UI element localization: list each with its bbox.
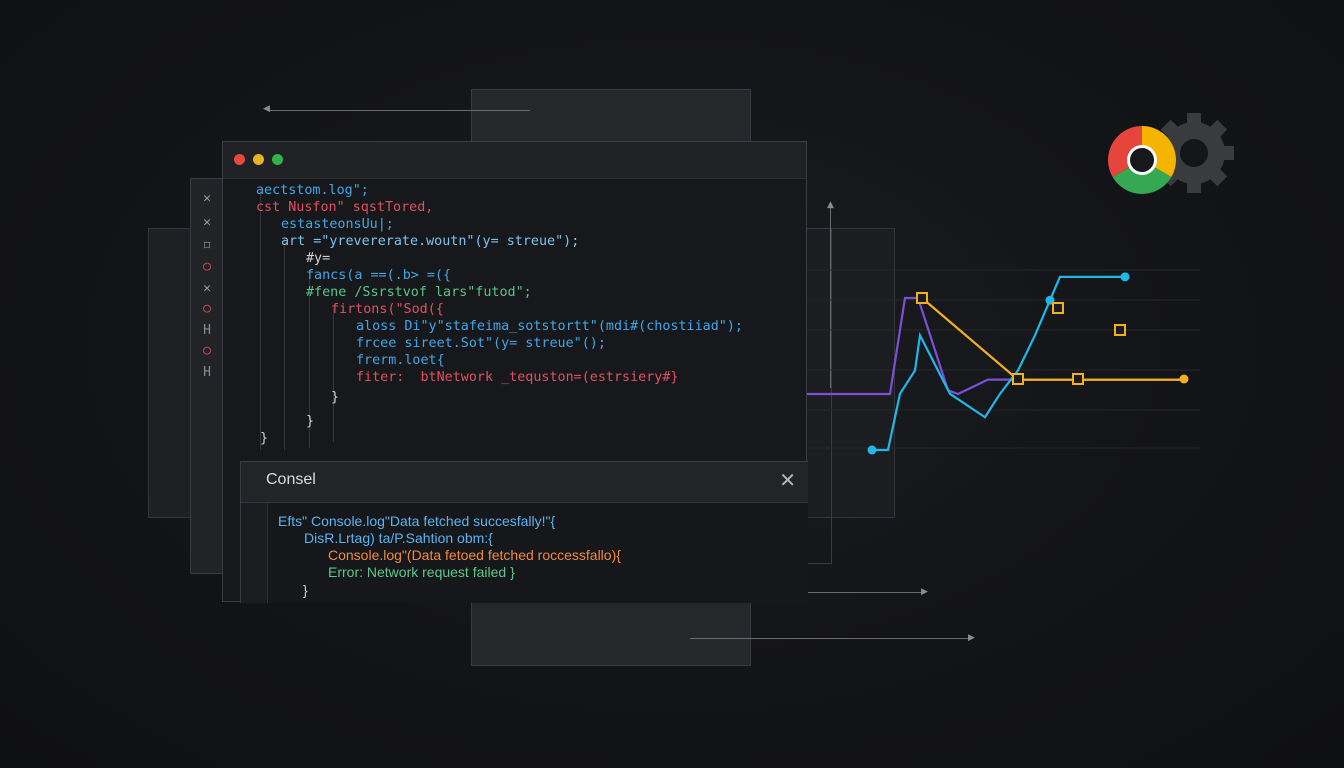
close-icon[interactable]: ✕ <box>191 215 223 231</box>
editor-gutter: ✕ ✕ ⌑ ○ ✕ ○ H ○ H <box>190 178 224 574</box>
console-line: } <box>303 582 308 598</box>
chart-marker <box>1052 302 1064 314</box>
code-line: firtons("Sod({ <box>331 302 444 317</box>
console-line: DisR.Lrtag) ta/P.Sahtion obm:{ <box>304 530 493 546</box>
arrow-line <box>690 638 970 639</box>
minimize-window-dot[interactable] <box>253 154 264 165</box>
code-line: frerm.loet{ <box>356 353 445 368</box>
error-circle-icon[interactable]: ○ <box>191 343 223 359</box>
code-line: aloss Di"y"stafeima_sotstortt"(mdi#(chos… <box>356 319 743 334</box>
arrow-right-icon: ▶ <box>968 633 975 643</box>
code-line: fiter: btNetwork _tequston=(estrsiery#} <box>356 370 679 385</box>
chart-marker <box>1114 324 1126 336</box>
heading-icon[interactable]: H <box>191 323 223 339</box>
code-line: art ="yrevererate.woutn"(y= streue"); <box>281 234 580 249</box>
code-line: #y= <box>306 251 331 266</box>
indent-guide <box>260 190 261 450</box>
code-line: } <box>306 414 315 429</box>
code-line: #fene /Ssrstvof lars"futod"; <box>306 285 532 300</box>
chrome-logo-icon <box>1108 126 1176 194</box>
chart-point <box>1179 374 1189 384</box>
indent-guide <box>284 238 285 450</box>
error-circle-icon[interactable]: ○ <box>191 301 223 317</box>
console-line: Console.log"(Data fetoed fetched roccess… <box>328 547 621 563</box>
code-area[interactable]: aectstom.log"; cst Nusfon" sqstTored, esta… <box>223 178 806 458</box>
console-panel: Consel ✕ Efts" Console.log"Data fetched … <box>240 461 808 603</box>
arrow-left-icon: ◀ <box>263 104 270 114</box>
error-circle-icon[interactable]: ○ <box>191 259 223 275</box>
console-line: Error: Network request failed } <box>328 564 515 580</box>
console-header: Consel ✕ <box>241 462 808 503</box>
chart-marker <box>916 292 928 304</box>
code-editor-window: aectstom.log"; cst Nusfon" sqstTored, esta… <box>222 141 808 603</box>
console-gutter <box>241 503 268 603</box>
bracket-icon[interactable]: ⌑ <box>191 239 223 255</box>
line-chart <box>800 269 1200 455</box>
close-window-dot[interactable] <box>234 154 245 165</box>
chart-point <box>867 445 877 455</box>
heading-icon[interactable]: H <box>191 365 223 381</box>
arrow-line <box>270 110 530 111</box>
code-line: estasteonsUu|; <box>281 217 394 232</box>
code-line: fancs(a ==(.b> =({ <box>306 268 452 283</box>
console-title: Consel <box>266 471 316 488</box>
code-line: aectstom.log"; <box>256 183 369 198</box>
console-close-icon[interactable]: ✕ <box>779 468 796 492</box>
code-line: } <box>331 390 340 405</box>
chart-marker <box>1072 373 1084 385</box>
chart-point <box>1120 272 1130 282</box>
code-line: cst Nusfon" sqstTored, <box>256 200 434 215</box>
code-line: } <box>260 431 269 446</box>
close-icon[interactable]: ✕ <box>191 281 223 297</box>
code-line: frcee sireet.Sot"(y= streue"(); <box>356 336 606 351</box>
arrow-right-icon: ▶ <box>921 587 928 597</box>
console-line: Efts" Console.log"Data fetched succesfal… <box>278 513 556 529</box>
close-icon[interactable]: ✕ <box>191 191 223 207</box>
chart-marker <box>1012 373 1024 385</box>
arrow-up-icon: ▲ <box>827 200 834 210</box>
arrow-line <box>808 592 923 593</box>
window-titlebar <box>223 142 806 179</box>
indent-guide <box>333 308 334 442</box>
maximize-window-dot[interactable] <box>272 154 283 165</box>
